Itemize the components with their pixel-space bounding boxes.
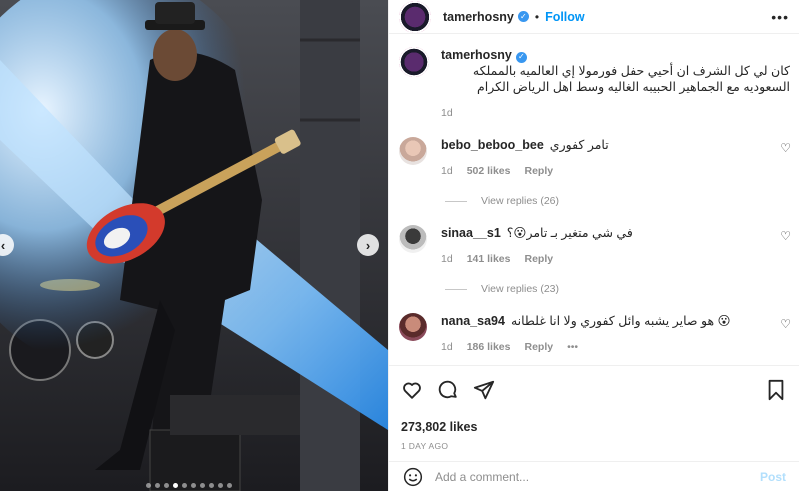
view-replies-button[interactable]: View replies (26) (445, 195, 559, 207)
reply-button[interactable]: Reply (524, 339, 553, 355)
header-separator: • (534, 9, 540, 24)
carousel-dot (218, 483, 223, 488)
avatar[interactable] (399, 137, 427, 165)
caption-username[interactable]: tamerhosny (441, 48, 512, 62)
divider (445, 288, 467, 290)
list-item: sinaa__s1 في شي متغير بـ تامر😮؟ 1d 141 li… (399, 225, 791, 267)
follow-button[interactable]: Follow (545, 10, 585, 24)
caption-time: 1d (441, 107, 453, 119)
reply-button[interactable]: Reply (524, 251, 553, 267)
divider (445, 200, 467, 202)
comment-time: 1d (441, 253, 453, 265)
heart-icon[interactable] (401, 379, 423, 401)
comment-text: هو صاير يشبه وائل كفوري ولا انا غلطانه 😮 (510, 314, 731, 328)
next-slide-button[interactable]: › (357, 234, 379, 256)
carousel-dot (200, 483, 205, 488)
likes-count[interactable]: 273,802 likes (401, 420, 786, 434)
avatar[interactable] (399, 0, 431, 33)
list-item: nana_sa94 هو صاير يشبه وائل كفوري ولا انا… (399, 313, 791, 355)
post-timestamp: 1 DAY AGO (401, 441, 449, 451)
comment-username[interactable]: nana_sa94 (441, 314, 505, 328)
add-comment-bar: Post (389, 461, 799, 491)
comment-likes[interactable]: 502 likes (467, 163, 511, 179)
comment-text: تامر كفوري (549, 138, 609, 152)
post-details-panel: tamerhosny ✓ • Follow ••• tamerhosny ✓ كا… (388, 0, 799, 491)
avatar[interactable] (399, 313, 427, 341)
carousel-dot (164, 483, 169, 488)
verified-icon: ✓ (517, 11, 529, 22)
comment-likes[interactable]: 141 likes (467, 251, 511, 267)
share-icon[interactable] (473, 379, 495, 401)
verified-icon: ✓ (515, 51, 527, 63)
caption-text: كان لي كل الشرف ان أحيي حفل فورمولا إي ا… (472, 64, 790, 94)
comment-icon[interactable] (437, 379, 459, 401)
carousel-dot (209, 483, 214, 488)
comment-username[interactable]: sinaa__s1 (441, 226, 501, 240)
post-actions: 273,802 likes 1 DAY AGO (389, 365, 799, 451)
heart-icon[interactable]: ♡ (780, 141, 791, 155)
comment-input[interactable] (435, 469, 760, 484)
avatar[interactable] (399, 225, 427, 253)
comment-time: 1d (441, 341, 453, 353)
view-replies-label: View replies (26) (481, 195, 560, 207)
heart-icon[interactable]: ♡ (780, 229, 791, 243)
carousel-indicator (146, 483, 232, 488)
emoji-icon[interactable] (403, 467, 423, 487)
comment-time: 1d (441, 165, 453, 177)
carousel-dot (155, 483, 160, 488)
post-photo[interactable]: ‹ › (0, 0, 388, 491)
header-username[interactable]: tamerhosny (443, 10, 514, 24)
comment-likes[interactable]: 186 likes (467, 339, 511, 355)
chevron-left-icon: ‹ (0, 237, 6, 253)
bookmark-icon[interactable] (766, 379, 786, 401)
view-replies-label: View replies (23) (481, 283, 560, 295)
reply-button[interactable]: Reply (524, 163, 553, 179)
comment-options-icon[interactable]: ••• (567, 339, 578, 355)
carousel-dot-active (173, 483, 178, 488)
carousel-dot (146, 483, 151, 488)
avatar[interactable] (399, 47, 429, 77)
heart-icon[interactable]: ♡ (780, 317, 791, 331)
list-item: bebo_beboo_bee تامر كفوري 1d 502 likes Re… (399, 137, 791, 179)
caption: tamerhosny ✓ كان لي كل الشرف ان أحيي حفل … (389, 47, 799, 121)
view-replies-button[interactable]: View replies (23) (445, 283, 559, 295)
comment-text: في شي متغير بـ تامر😮؟ (506, 226, 633, 240)
comment-username[interactable]: bebo_beboo_bee (441, 138, 544, 152)
concert-photo-illustration (0, 0, 388, 491)
post-button[interactable]: Post (760, 470, 786, 484)
chevron-right-icon: › (365, 237, 371, 253)
more-icon[interactable]: ••• (771, 9, 789, 25)
comments-section: tamerhosny ✓ كان لي كل الشرف ان أحيي حفل … (389, 47, 799, 121)
carousel-dot (227, 483, 232, 488)
carousel-dot (182, 483, 187, 488)
post-header: tamerhosny ✓ • Follow ••• (389, 0, 799, 34)
carousel-dot (191, 483, 196, 488)
